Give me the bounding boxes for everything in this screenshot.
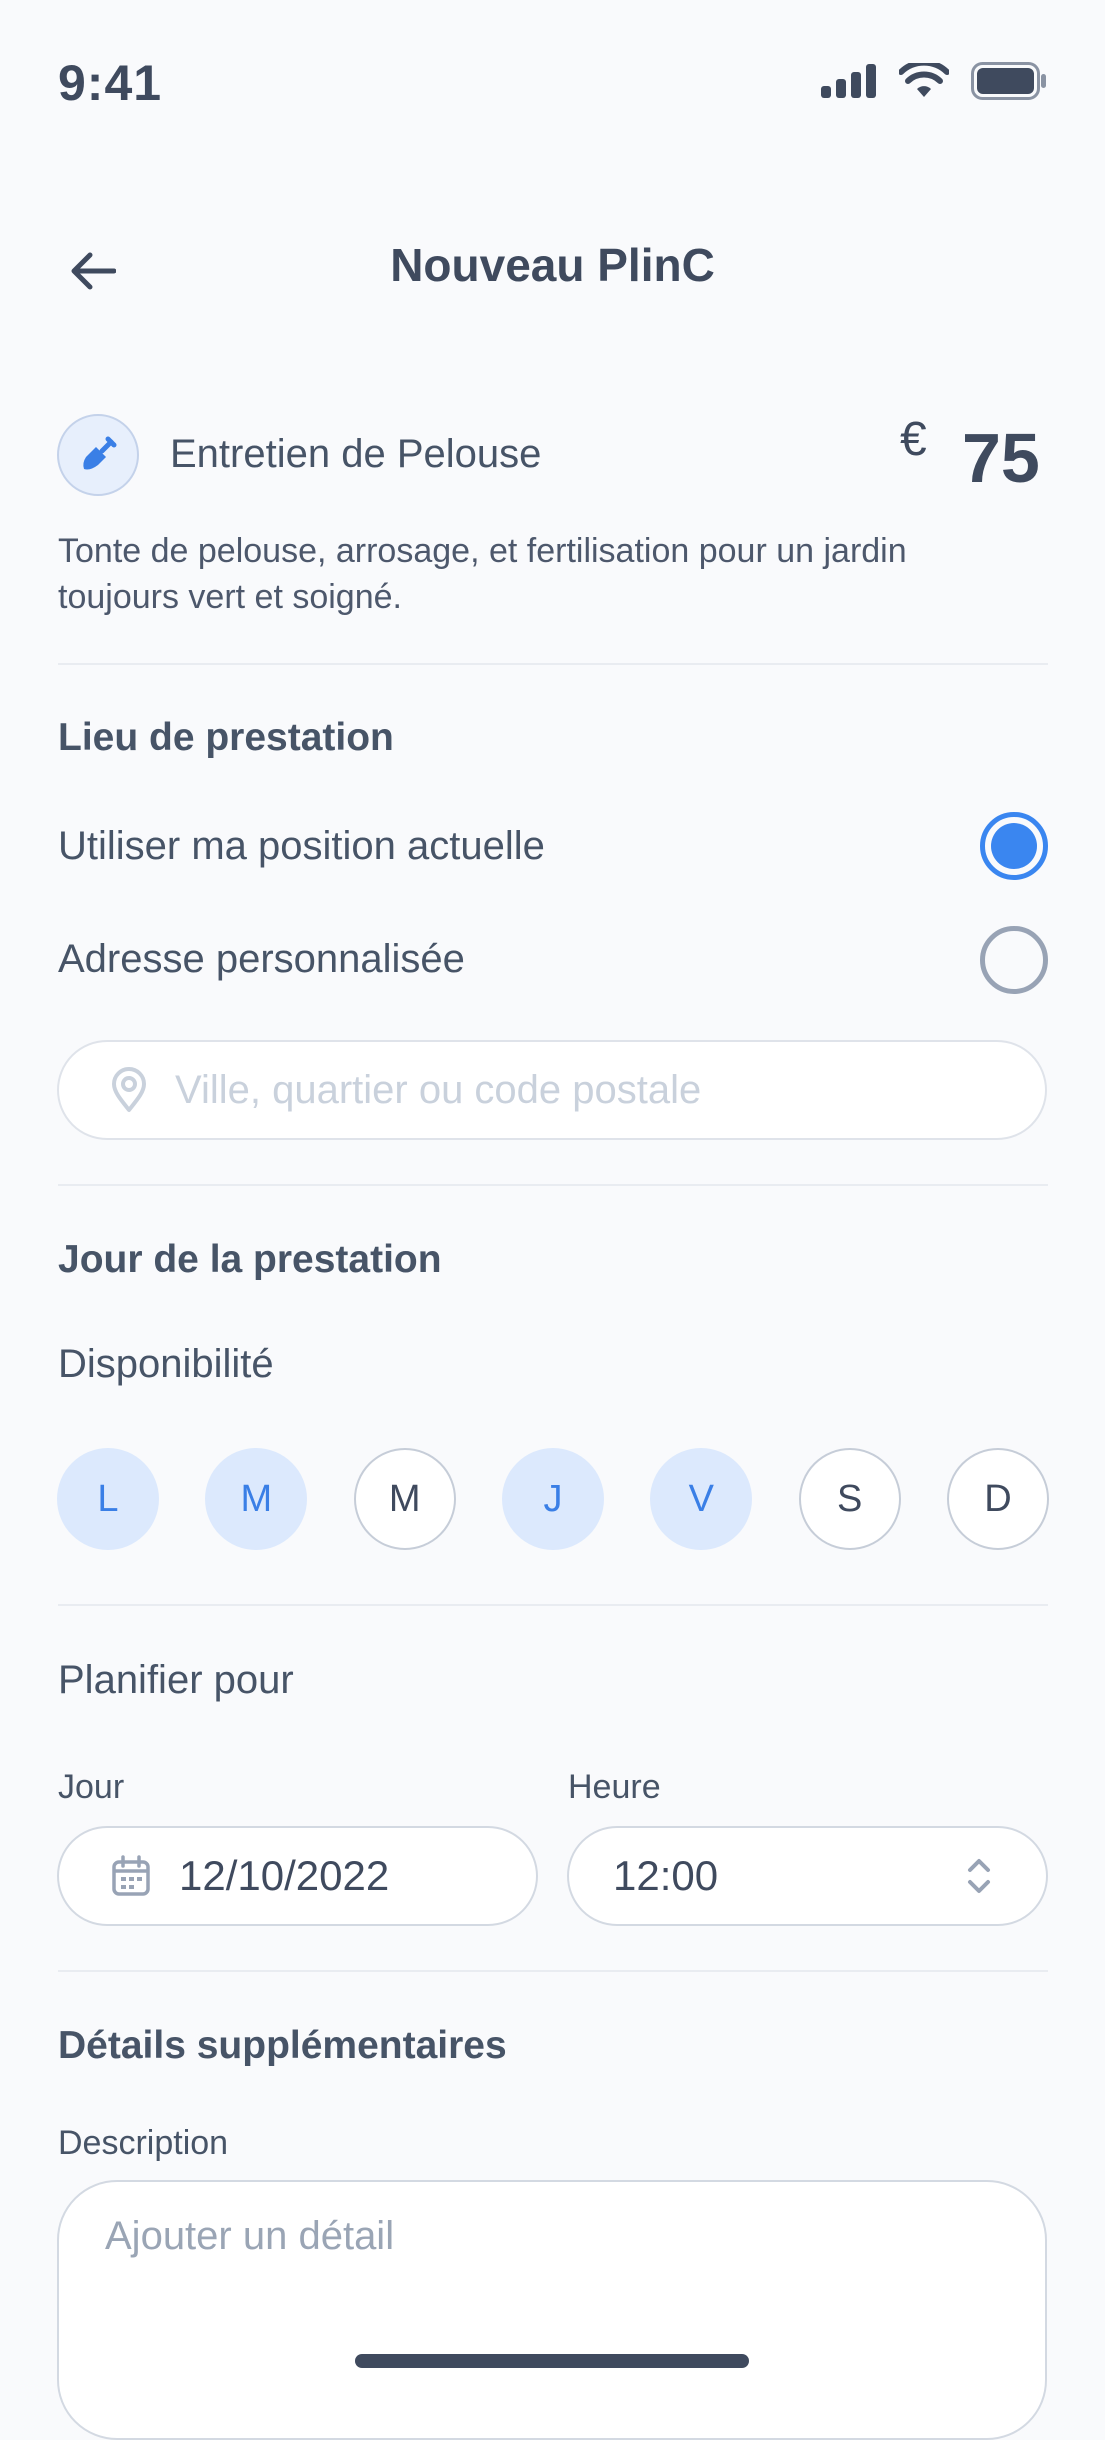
home-indicator[interactable] (355, 2354, 749, 2368)
divider (58, 1970, 1048, 1972)
day-section-title: Jour de la prestation (58, 1238, 442, 1281)
day-toggle-wednesday[interactable]: M (353, 1448, 456, 1550)
time-picker[interactable]: 12:00 (567, 1826, 1048, 1926)
description-label: Description (58, 2124, 229, 2162)
cellular-signal-icon (821, 64, 876, 98)
service-description: Tonte de pelouse, arrosage, et fertilisa… (58, 532, 907, 616)
time-value: 12:00 (613, 1852, 719, 1899)
calendar-icon (112, 1855, 150, 1896)
option-current-location-label[interactable]: Utiliser ma position actuelle (58, 824, 545, 869)
option-custom-address-label[interactable]: Adresse personnalisée (58, 937, 465, 982)
schedule-title: Planifier pour (58, 1658, 294, 1702)
status-time: 9:41 (58, 55, 163, 111)
map-pin-icon (112, 1067, 146, 1112)
battery-icon (971, 62, 1046, 100)
price-currency: € (900, 413, 927, 466)
day-toggle-sunday[interactable]: D (946, 1448, 1049, 1550)
service-name: Entretien de Pelouse (170, 432, 542, 476)
date-value: 12/10/2022 (179, 1852, 390, 1899)
description-input[interactable] (103, 2212, 1005, 2336)
chevron-up-down-icon (968, 1859, 990, 1893)
wifi-icon (899, 63, 949, 97)
time-label: Heure (568, 1768, 661, 1806)
description-box[interactable] (57, 2180, 1047, 2440)
day-toggle-saturday[interactable]: S (798, 1448, 901, 1550)
day-toggle-monday[interactable]: L (57, 1448, 159, 1550)
day-toggle-tuesday[interactable]: M (205, 1448, 308, 1550)
details-section-title: Détails supplémentaires (58, 2024, 507, 2067)
day-toggle-friday[interactable]: V (650, 1448, 753, 1550)
availability-days: L M M J V S D (57, 1448, 1049, 1550)
availability-label: Disponibilité (58, 1342, 274, 1386)
location-section-title: Lieu de prestation (58, 716, 394, 759)
shovel-icon (83, 436, 117, 470)
status-icons (821, 62, 1047, 100)
divider (58, 663, 1048, 665)
current-location-radio[interactable] (980, 812, 1048, 880)
date-label: Jour (58, 1768, 125, 1806)
address-input[interactable] (173, 1066, 957, 1114)
divider (58, 1184, 1048, 1186)
page-title: Nouveau PlinC (390, 239, 715, 291)
service-icon-badge (57, 414, 139, 496)
price-value: 75 (962, 419, 1040, 497)
date-picker[interactable]: 12/10/2022 (57, 1826, 538, 1926)
divider (58, 1604, 1048, 1606)
day-toggle-thursday[interactable]: J (501, 1448, 604, 1550)
address-input-field[interactable] (57, 1040, 1047, 1140)
custom-address-radio[interactable] (980, 926, 1048, 994)
